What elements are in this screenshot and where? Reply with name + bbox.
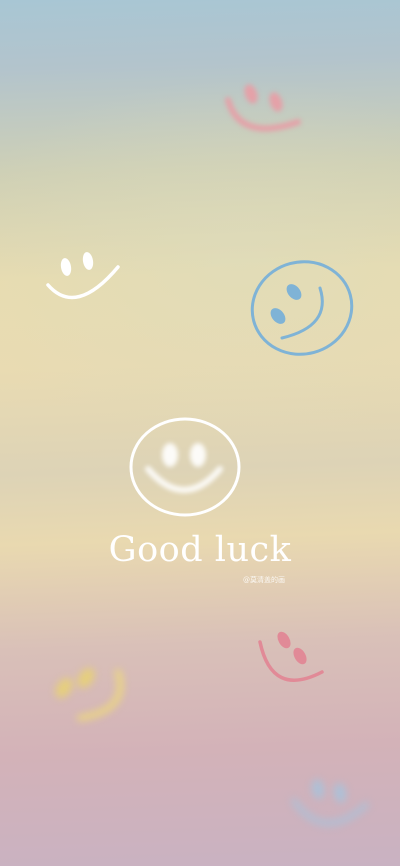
tagline: Good luck bbox=[108, 530, 292, 570]
smiley-icon-blue bbox=[250, 260, 354, 356]
smiley-icon-white bbox=[46, 252, 120, 300]
smiley-icon-blue-faded bbox=[291, 779, 369, 826]
wallpaper: Good luck @莫清盖的画 bbox=[0, 0, 400, 866]
smiley-icon-pink-small bbox=[258, 631, 324, 682]
smiley-icon-yellow bbox=[55, 668, 124, 721]
watermark: @莫清盖的画 bbox=[243, 576, 285, 584]
smiley-icon-pink bbox=[225, 84, 301, 132]
